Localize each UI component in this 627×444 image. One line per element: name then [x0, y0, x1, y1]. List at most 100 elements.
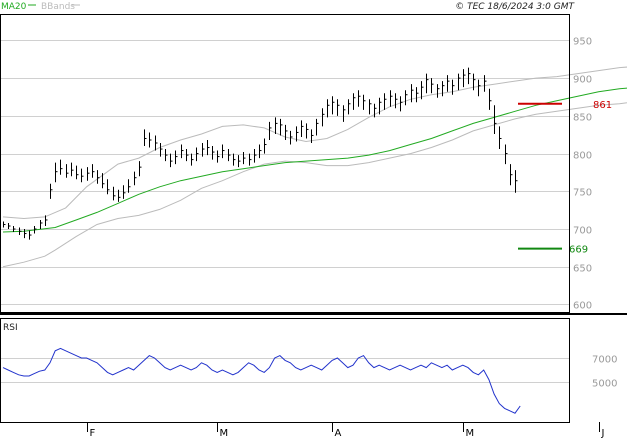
price-bar: [175, 150, 178, 165]
price-bar: [66, 164, 69, 178]
price-bar: [322, 108, 325, 127]
y-tick-label: 750: [573, 188, 592, 199]
price-bar: [40, 219, 43, 230]
price-bar: [134, 171, 137, 186]
price-bar: [468, 67, 471, 85]
rsi-tick-label: 7000: [592, 355, 617, 366]
legend-bbands: BBands: [41, 2, 75, 12]
price-bar: [186, 149, 189, 162]
y-tick-label: 600: [573, 301, 592, 312]
price-bar: [306, 123, 309, 139]
bb-lower-line: [2, 102, 627, 268]
price-bar: [363, 94, 366, 110]
price-bar: [87, 167, 90, 181]
price-bar: [442, 81, 445, 97]
price-bar: [327, 99, 330, 118]
y-tick-label: 650: [573, 264, 592, 275]
price-bar: [316, 118, 319, 136]
price-bar: [405, 90, 408, 106]
stock-chart: 861 669 950 900 850 800 750 700 650 600 7000 5000 F…: [0, 0, 627, 440]
y-tick-label: 900: [573, 75, 592, 86]
price-bar: [301, 120, 304, 137]
price-bar: [447, 75, 450, 92]
price-bar: [254, 149, 257, 163]
price-bar: [332, 96, 335, 115]
price-bar: [92, 164, 95, 178]
rsi-tick-label: 5000: [592, 379, 617, 390]
bollinger-bands: [2, 66, 627, 268]
x-tick-label: M: [466, 428, 475, 439]
price-bar: [123, 185, 126, 199]
y-tick-label: 700: [573, 226, 592, 237]
price-bar: [139, 161, 142, 177]
price-bar: [8, 222, 11, 230]
price-bar: [353, 93, 356, 110]
ma20-line: [2, 87, 627, 233]
price-bar: [207, 139, 210, 156]
x-tick-label: A: [335, 428, 342, 439]
price-bar: [165, 149, 168, 162]
price-bar: [107, 179, 110, 195]
price-bar: [149, 132, 152, 148]
price-bar: [384, 93, 387, 110]
price-bar: [280, 118, 283, 136]
price-bar: [55, 162, 58, 183]
grid: [1, 40, 569, 383]
price-bar: [484, 75, 487, 92]
price-bar: [81, 168, 84, 183]
price-bar: [264, 138, 267, 154]
price-bar: [458, 73, 461, 91]
price-bar: [97, 170, 100, 184]
price-bar: [60, 159, 63, 175]
x-tick-label: J: [601, 428, 605, 439]
price-bar: [191, 153, 194, 166]
price-bar: [452, 79, 455, 95]
price-bar: [144, 129, 147, 147]
price-bar: [395, 93, 398, 109]
price-bar: [343, 105, 346, 122]
price-bar: [290, 130, 293, 145]
price-bar: [29, 230, 32, 240]
price-bar: [369, 99, 372, 115]
y-tick-label: 850: [573, 113, 592, 124]
price-bar: [222, 144, 225, 159]
price-bar: [259, 144, 262, 159]
price-bar: [181, 144, 184, 159]
price-bar: [337, 99, 340, 116]
price-bar: [510, 164, 513, 186]
price-bar: [411, 84, 414, 103]
moving-average: [2, 87, 627, 233]
price-bar: [24, 229, 27, 239]
price-bar: [515, 170, 518, 193]
price-bar: [71, 162, 74, 177]
price-bar: [170, 153, 173, 168]
price-bar: [249, 153, 252, 166]
price-bar: [233, 153, 236, 166]
price-bar: [228, 149, 231, 162]
y-tick-label: 950: [573, 37, 592, 48]
price-bar: [217, 150, 220, 163]
price-bar: [45, 215, 48, 226]
price-bar: [243, 152, 246, 165]
legend-ma20: MA20: [1, 2, 27, 12]
price-bar: [3, 221, 6, 228]
level-label: 861: [593, 100, 612, 111]
price-bar: [374, 103, 377, 118]
price-bar: [494, 105, 497, 134]
price-bar: [76, 165, 79, 180]
price-bar: [489, 88, 492, 110]
rsi-label: RSI: [3, 323, 18, 333]
chart-canvas: 861 669 950 900 850 800 750 700 650 600 7000 5000 F…: [0, 2, 627, 439]
copyright-text: © TEC 18/6/2024 3:0 GMT: [455, 2, 575, 12]
price-bar: [431, 78, 434, 94]
x-tick-label: M: [220, 428, 229, 439]
price-bar: [275, 117, 278, 134]
price-bar: [348, 99, 351, 115]
price-bar: [437, 84, 440, 98]
price-bar: [499, 126, 502, 150]
levels: 861 669: [518, 100, 612, 256]
bb-upper-line: [2, 66, 627, 220]
price-bar: [426, 73, 429, 94]
price-bar: [416, 87, 419, 103]
x-tick-label: F: [90, 428, 96, 439]
